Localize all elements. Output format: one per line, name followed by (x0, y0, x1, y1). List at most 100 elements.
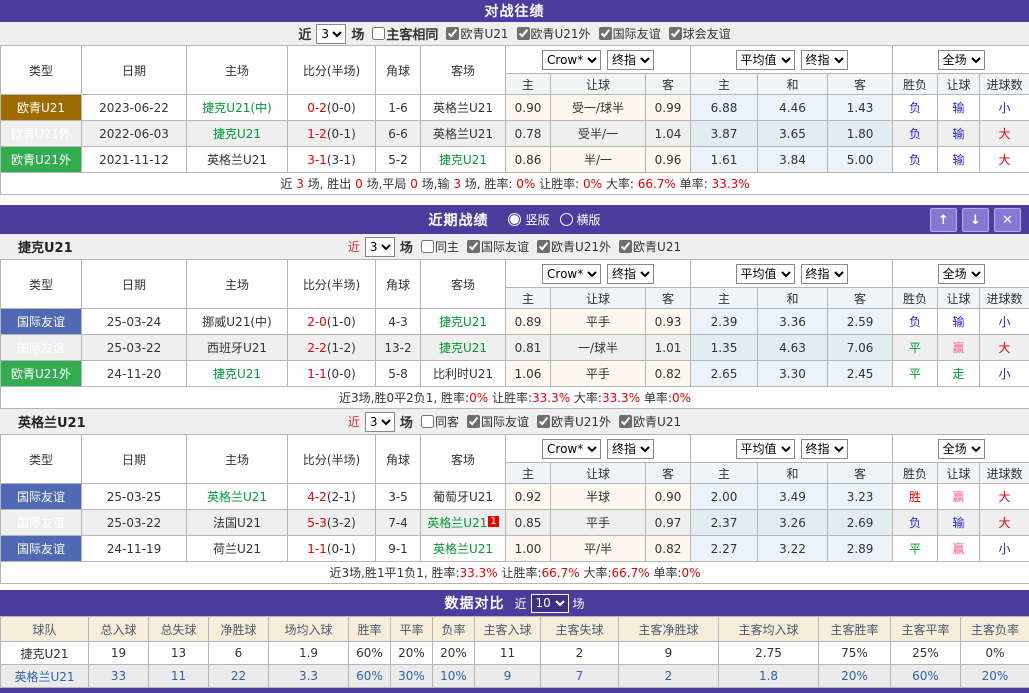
stat-value: 19 (89, 642, 149, 665)
avg-source-select[interactable]: 平均值 (736, 50, 795, 70)
col-odds-home: 主 (506, 74, 551, 95)
cell-goals: 大 (980, 121, 1029, 147)
team-name[interactable]: 英格兰U21 (1, 665, 89, 688)
stat-value: 25% (891, 642, 961, 665)
league-checkbox[interactable] (599, 27, 612, 40)
cell-avg-draw: 3.49 (758, 484, 828, 510)
arrow-up-icon: ↑ (938, 213, 949, 228)
odds-kind-select[interactable]: 终指 (607, 264, 654, 284)
away-team-link[interactable]: 捷克U21 (421, 147, 506, 173)
league-filter-item[interactable]: 欧青U21外 (511, 25, 591, 42)
compare-count-select[interactable]: 10 (531, 594, 569, 613)
home-team-link[interactable]: 捷克U21 (187, 361, 288, 387)
games-label: 场 (400, 237, 413, 256)
away-team-link[interactable]: 英格兰U211 (421, 510, 506, 536)
cell-result-handicap: 输 (938, 95, 980, 121)
away-team-link[interactable]: 葡萄牙U21 (421, 484, 506, 510)
cell-score: 1-1(0-0) (288, 361, 376, 387)
stat-value: 13 (149, 642, 209, 665)
avg-kind-select[interactable]: 终指 (801, 264, 848, 284)
league-checkbox[interactable] (669, 27, 682, 40)
league-filter-item[interactable]: 欧青U21 (440, 25, 508, 42)
cell-score: 1-1(0-1) (288, 536, 376, 562)
radio-horizontal-view[interactable] (560, 213, 573, 226)
league-filter-item[interactable]: 欧青U21外 (531, 238, 611, 255)
league-checkbox[interactable] (467, 415, 480, 428)
same-away-checkbox[interactable] (421, 415, 434, 428)
same-venue-filter[interactable]: 主客相同 (366, 24, 438, 43)
summary-row: 近 3 场, 胜出 0 场,平局 0 场,输 3 场, 胜率: 0% 让胜率: … (1, 173, 1029, 195)
scope-select[interactable]: 全场 (938, 50, 985, 70)
league-filter-item[interactable]: 球会友谊 (663, 25, 731, 42)
cell-result: 负 (893, 95, 938, 121)
cell-avg-draw: 3.22 (758, 536, 828, 562)
away-team-link[interactable]: 英格兰U21 (421, 121, 506, 147)
home-team-link[interactable]: 捷克U21 (187, 121, 288, 147)
league-checkbox[interactable] (446, 27, 459, 40)
avg-source-select[interactable]: 平均值 (736, 264, 795, 284)
cell-result: 负 (893, 121, 938, 147)
same-venue-checkbox[interactable] (372, 27, 385, 40)
col-avg-away: 客 (828, 74, 893, 95)
same-home-checkbox[interactable] (421, 240, 434, 253)
league-filter-item[interactable]: 国际友谊 (461, 238, 529, 255)
table-row: 欧青U21外 2022-06-03 捷克U21 1-2(0-1) 6-6 英格兰… (1, 121, 1029, 147)
cmp-col-ha-goals-for: 主客入球 (475, 617, 541, 642)
odds-kind-select[interactable]: 终指 (607, 439, 654, 459)
czech-count-select[interactable]: 3 (365, 237, 395, 257)
league-filter-item[interactable]: 国际友谊 (461, 413, 529, 430)
avg-kind-select[interactable]: 终指 (801, 439, 848, 459)
col-avg-home: 主 (691, 463, 758, 484)
odds-source-select[interactable]: Crow* (542, 50, 601, 70)
stat-value: 7 (541, 665, 619, 688)
home-team-link[interactable]: 荷兰U21 (187, 536, 288, 562)
scroll-down-button[interactable]: ↓ (962, 208, 989, 232)
avg-kind-select[interactable]: 终指 (801, 50, 848, 70)
league-checkbox[interactable] (619, 415, 632, 428)
cell-result-handicap: 赢 (938, 536, 980, 562)
odds-source-select[interactable]: Crow* (542, 264, 601, 284)
league-filter-item[interactable]: 欧青U21 (613, 238, 681, 255)
away-team-link[interactable]: 英格兰U21 (421, 95, 506, 121)
odds-select-cell: Crow* 终指 (506, 46, 691, 74)
scroll-up-button[interactable]: ↑ (930, 208, 957, 232)
league-filter-item[interactable]: 欧青U21外 (531, 413, 611, 430)
col-away: 客场 (421, 435, 506, 484)
home-team-link[interactable]: 英格兰U21 (187, 147, 288, 173)
home-team-link[interactable]: 挪威U21(中) (187, 309, 288, 335)
home-team-link[interactable]: 英格兰U21 (187, 484, 288, 510)
league-filter-item[interactable]: 国际友谊 (593, 25, 661, 42)
home-team-link[interactable]: 法国U21 (187, 510, 288, 536)
cell-avg-home: 6.88 (691, 95, 758, 121)
league-checkbox[interactable] (467, 240, 480, 253)
same-away-filter[interactable]: 同客 (415, 413, 459, 430)
away-team-link[interactable]: 捷克U21 (421, 335, 506, 361)
away-team-link[interactable]: 比利时U21 (421, 361, 506, 387)
league-checkbox[interactable] (537, 240, 550, 253)
cell-result-handicap: 输 (938, 309, 980, 335)
h2h-count-select[interactable]: 3 (316, 24, 346, 44)
league-checkbox[interactable] (619, 240, 632, 253)
home-team-link[interactable]: 西班牙U21 (187, 335, 288, 361)
team-name[interactable]: 捷克U21 (1, 642, 89, 665)
scope-select[interactable]: 全场 (938, 264, 985, 284)
england-count-select[interactable]: 3 (365, 412, 395, 432)
league-checkbox[interactable] (537, 415, 550, 428)
h2h-title-bar: 对战往绩 (0, 0, 1029, 22)
away-team-link[interactable]: 英格兰U21 (421, 536, 506, 562)
avg-source-select[interactable]: 平均值 (736, 439, 795, 459)
avg-select-cell: 平均值终指 (691, 46, 893, 74)
scope-select[interactable]: 全场 (938, 439, 985, 459)
stat-value: 2 (619, 665, 719, 688)
radio-vertical-view[interactable] (508, 213, 521, 226)
league-checkbox[interactable] (517, 27, 530, 40)
away-team-link[interactable]: 捷克U21 (421, 309, 506, 335)
league-filter-item[interactable]: 欧青U21 (613, 413, 681, 430)
odds-source-select[interactable]: Crow* (542, 439, 601, 459)
home-team-link[interactable]: 捷克U21(中) (187, 95, 288, 121)
cell-odds-away: 0.82 (646, 536, 691, 562)
same-home-filter[interactable]: 同主 (415, 238, 459, 255)
close-button[interactable]: ✕ (994, 208, 1021, 232)
odds-kind-select[interactable]: 终指 (607, 50, 654, 70)
close-icon: ✕ (1002, 213, 1013, 228)
